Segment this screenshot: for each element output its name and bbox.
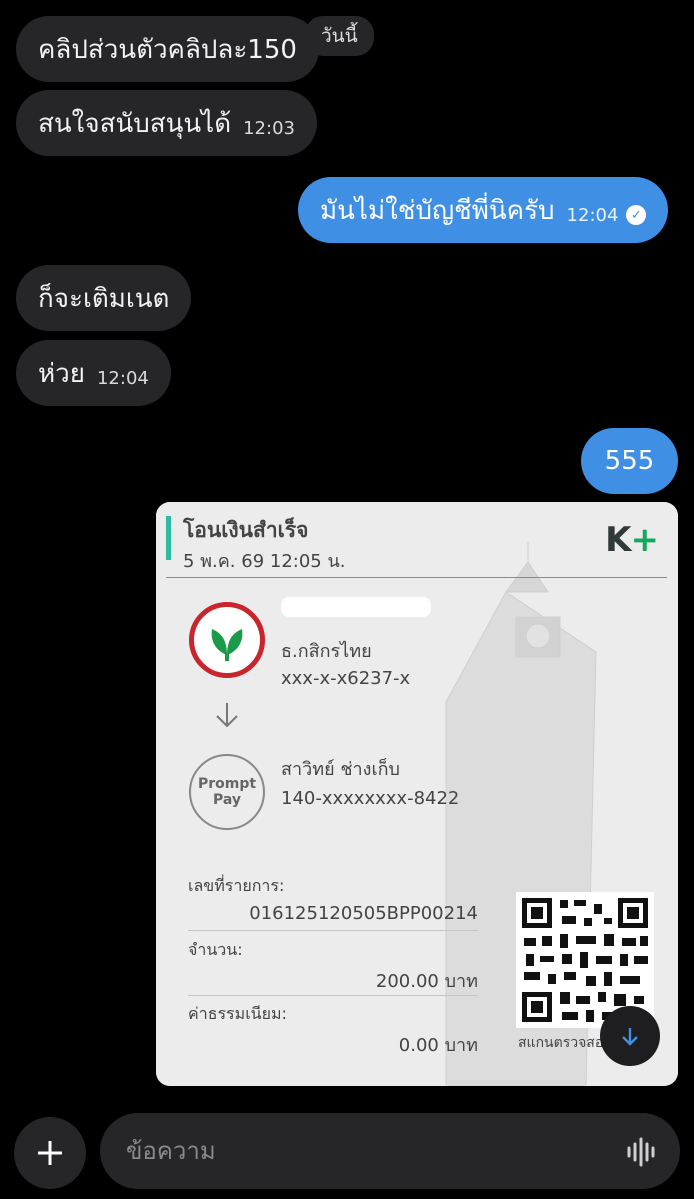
sender-account: xxx-x-x6237-x <box>281 668 411 689</box>
arrow-down-icon <box>622 1028 638 1046</box>
message-text: มันไม่ใช่บัญชีพี่นิครับ <box>320 195 555 226</box>
sender-bank: ธ.กสิกรไทย <box>281 641 372 662</box>
message-bubble[interactable]: ก็จะเติมเนต <box>16 265 192 331</box>
amount-label: จำนวน: <box>188 940 243 959</box>
row-divider <box>188 930 478 931</box>
message-input[interactable] <box>126 1113 596 1189</box>
amount-value: 200.00 บาท <box>375 971 478 992</box>
slip-datetime: 5 พ.ค. 69 12:05 น. <box>183 551 346 572</box>
message-bubble-outgoing[interactable]: มันไม่ใช่บัญชีพี่นิครับ 12:04 ✓ <box>298 177 669 243</box>
kplus-logo: K+ <box>605 520 659 560</box>
slip-divider <box>166 577 667 578</box>
message-bubble[interactable]: สนใจสนับสนุนได้ 12:03 <box>16 90 317 156</box>
fee-label: ค่าธรรมเนียม: <box>188 1004 287 1023</box>
promptpay-logo: Prompt Pay <box>189 754 265 830</box>
message-bubble[interactable]: ห่วย 12:04 <box>16 340 171 406</box>
date-chip-label: วันนี้ <box>321 25 358 47</box>
message-text: ก็จะเติมเนต <box>38 283 170 314</box>
fee-value: 0.00 บาท <box>398 1035 478 1056</box>
qr-caption: สแกนตรวจสอบ <box>518 1035 613 1051</box>
message-bubble[interactable]: คลิปส่วนตัวคลิปละ150 <box>16 16 319 82</box>
message-text: คลิปส่วนตัวคลิปละ150 <box>38 34 297 65</box>
kbank-logo <box>189 602 265 678</box>
plus-icon <box>38 1141 62 1165</box>
message-bubble-outgoing[interactable]: 555 <box>581 428 678 494</box>
message-text: 555 <box>604 446 655 476</box>
scroll-to-bottom-button[interactable] <box>600 1006 660 1066</box>
voice-icon[interactable] <box>626 1137 658 1167</box>
arrow-down-icon <box>216 703 238 728</box>
message-composer <box>100 1113 680 1189</box>
ref-value: 016125120505BPP00214 <box>249 903 478 924</box>
message-text: ห่วย <box>38 358 85 389</box>
transfer-slip-image[interactable]: โอนเงินสำเร็จ 5 พ.ค. 69 12:05 น. K+ ธ.กส… <box>156 502 678 1086</box>
redacted-sender-name <box>281 597 431 617</box>
slip-accent-bar <box>166 516 171 560</box>
slip-title: โอนเงินสำเร็จ <box>183 518 309 542</box>
message-text: สนใจสนับสนุนได้ <box>38 108 232 139</box>
check-icon: ✓ <box>626 205 647 225</box>
ref-label: เลขที่รายการ: <box>188 876 285 895</box>
recipient-account: 140-xxxxxxxx-8422 <box>281 788 460 809</box>
message-time: 12:03 <box>243 117 295 139</box>
recipient-name: สาวิทย์ ช่างเก็บ <box>281 759 400 780</box>
row-divider <box>188 995 478 996</box>
message-time: 12:04 <box>566 204 619 226</box>
slip-header: โอนเงินสำเร็จ 5 พ.ค. 69 12:05 น. <box>166 514 666 578</box>
attach-button[interactable] <box>14 1117 86 1189</box>
message-time: 12:04 <box>96 367 149 389</box>
